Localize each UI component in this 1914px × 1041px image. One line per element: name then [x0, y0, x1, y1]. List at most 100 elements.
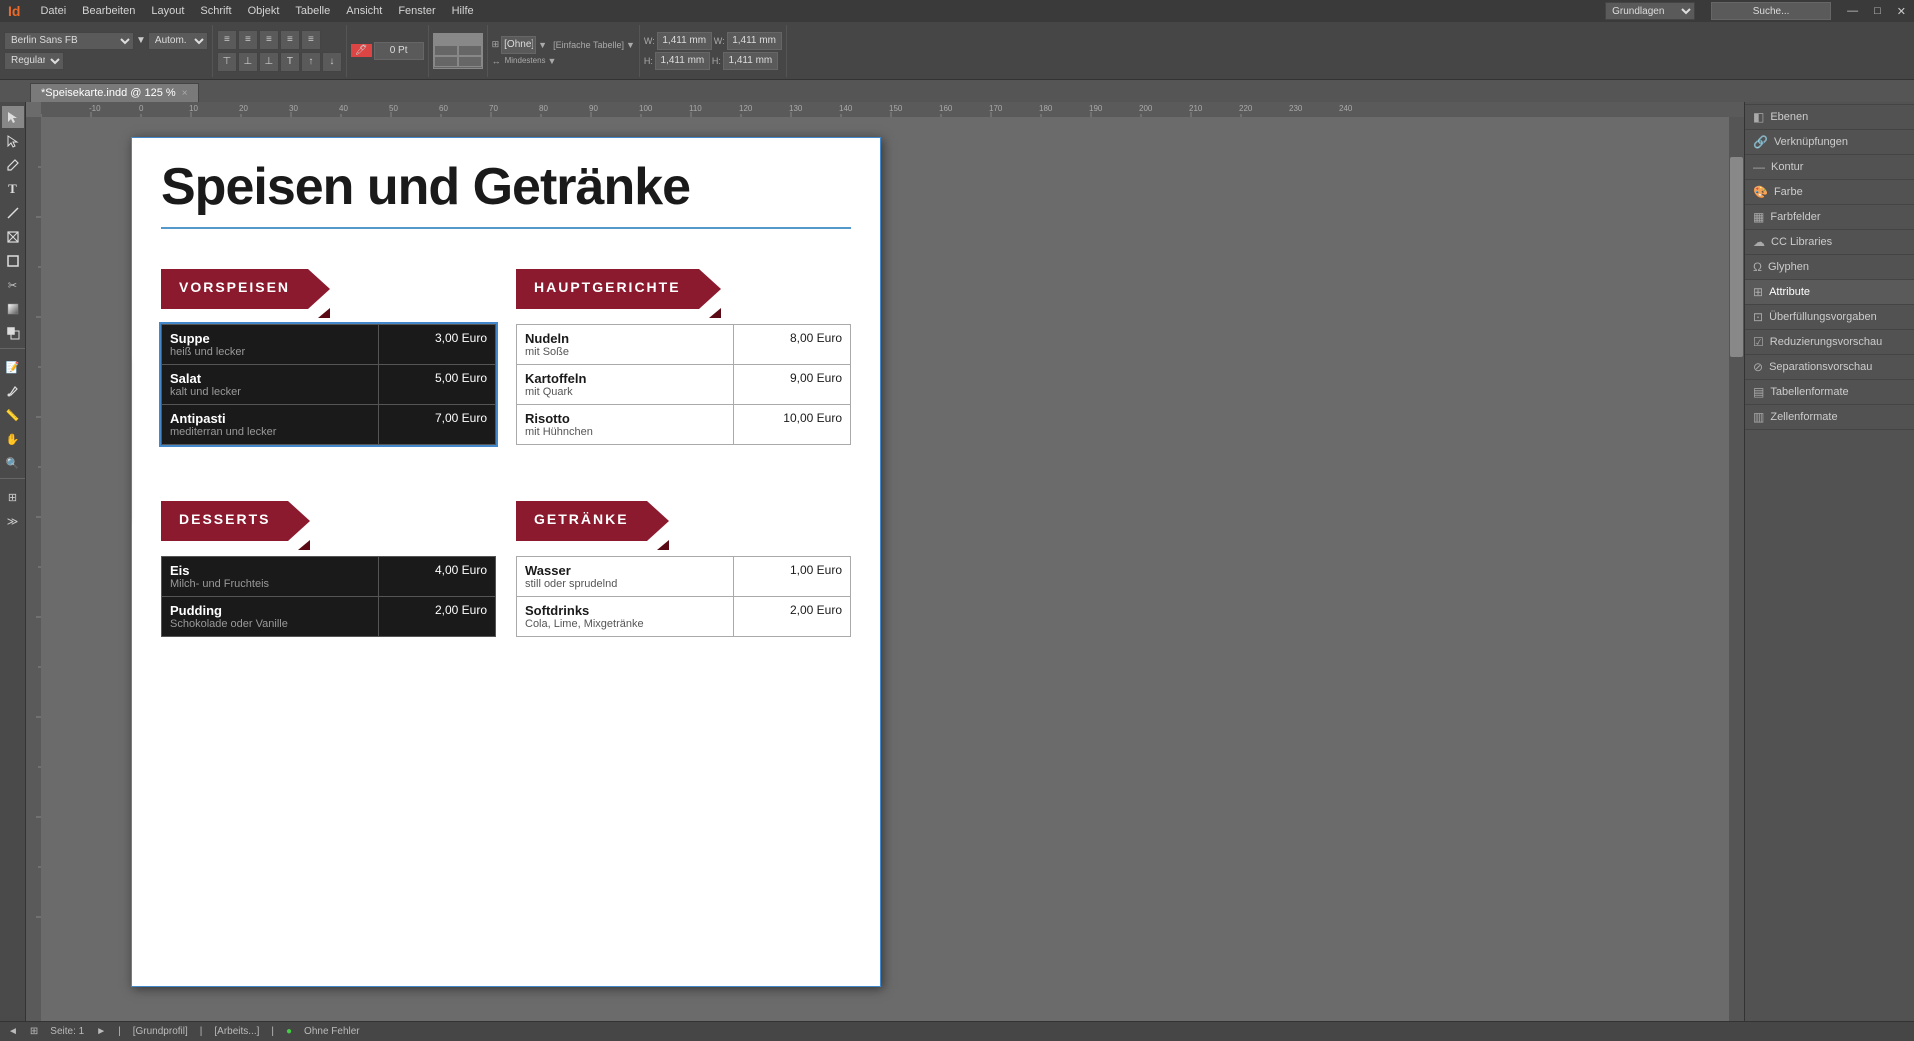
getraenke-table[interactable]: Wasser still oder sprudelnd 1,00 Euro So…: [516, 556, 851, 637]
text-tool[interactable]: T: [2, 178, 24, 200]
align-right-btn[interactable]: ≡: [259, 30, 279, 50]
height2-input[interactable]: [723, 52, 778, 70]
eyedropper-tool[interactable]: [2, 380, 24, 402]
desserts-table[interactable]: Eis Milch- und Fruchteis 4,00 Euro Puddi…: [161, 556, 496, 637]
panel-item-farbfelder[interactable]: ▦ Farbfelder: [1745, 205, 1914, 230]
width2-input[interactable]: [727, 32, 782, 50]
align-vmid-btn[interactable]: ⊥: [238, 52, 258, 72]
zoom-tool[interactable]: 🔍: [2, 452, 24, 474]
panel-item-separationsvorschau[interactable]: ⊘ Separationsvorschau: [1745, 355, 1914, 380]
width-input[interactable]: [657, 32, 712, 50]
rect-frame-tool[interactable]: [2, 226, 24, 248]
menu-ansicht[interactable]: Ansicht: [346, 5, 382, 17]
panel-item-glyphen[interactable]: Ω Glyphen: [1745, 255, 1914, 280]
font-weight-select[interactable]: Regular: [4, 52, 64, 70]
align-justify-btn[interactable]: ≡: [280, 30, 300, 50]
menu-datei[interactable]: Datei: [40, 5, 66, 17]
panel-item-kontur[interactable]: — Kontur: [1745, 155, 1914, 180]
app-logo: Id: [8, 3, 20, 19]
table-row: Eis Milch- und Fruchteis 4,00 Euro: [162, 557, 496, 597]
tab-close-btn[interactable]: ×: [182, 88, 188, 99]
measure-tool[interactable]: 📏: [2, 404, 24, 426]
menu-hilfe[interactable]: Hilfe: [452, 5, 474, 17]
search-input[interactable]: [1711, 2, 1831, 20]
softdrinks-price: 2,00 Euro: [734, 597, 851, 637]
align-left-btn[interactable]: ≡: [217, 30, 237, 50]
item-nudeln: Nudeln mit Soße: [517, 325, 734, 365]
line-tool[interactable]: [2, 202, 24, 224]
tab-bar: *Speisekarte.indd @ 125 % ×: [0, 80, 1914, 102]
frame-grid-tool[interactable]: ⊞: [2, 486, 24, 508]
panel-item-zellenformate[interactable]: ▥ Zellenformate: [1745, 405, 1914, 430]
h2-label: H:: [712, 56, 721, 66]
table-style-input[interactable]: [501, 36, 536, 54]
svg-text:40: 40: [339, 104, 348, 113]
table-row: Kartoffeln mit Quark 9,00 Euro: [517, 365, 851, 405]
color-fill[interactable]: [2, 322, 24, 344]
tag-tool[interactable]: ≫: [2, 510, 24, 532]
menu-schrift[interactable]: Schrift: [200, 5, 231, 17]
scrollbar-thumb[interactable]: [1730, 157, 1743, 357]
workspace-dropdown[interactable]: Grundlagen: [1605, 2, 1695, 20]
menu-bearbeiten[interactable]: Bearbeiten: [82, 5, 135, 17]
direct-select-tool[interactable]: [2, 130, 24, 152]
panel-item-tabellenformate[interactable]: ▤ Tabellenformate: [1745, 380, 1914, 405]
font-family-select[interactable]: Berlin Sans FB: [4, 32, 134, 50]
panel-item-attribute[interactable]: ⊞ Attribute: [1745, 280, 1914, 305]
note-tool[interactable]: 📝: [2, 356, 24, 378]
scissors-tool[interactable]: ✂: [2, 274, 24, 296]
gradient-tool[interactable]: [2, 298, 24, 320]
vertical-scrollbar[interactable]: [1729, 117, 1744, 1021]
panel-item-ebenen[interactable]: ◧ Ebenen: [1745, 105, 1914, 130]
rect-tool[interactable]: [2, 250, 24, 272]
canvas-area[interactable]: Speisen und Getränke VORSPEISEN: [41, 117, 1744, 1021]
status-page-nav2[interactable]: ►: [96, 1026, 106, 1037]
kontur-label: Kontur: [1771, 161, 1803, 173]
table-row: Pudding Schokolade oder Vanille 2,00 Eur…: [162, 597, 496, 637]
align-top-btn[interactable]: ⊤: [217, 52, 237, 72]
menu-fenster[interactable]: Fenster: [398, 5, 435, 17]
panel-item-reduzierungsvorschau[interactable]: ☑ Reduzierungsvorschau: [1745, 330, 1914, 355]
menu-tabelle[interactable]: Tabelle: [295, 5, 330, 17]
select-tool[interactable]: [2, 106, 24, 128]
panel-item-cclibraries[interactable]: ☁ CC Libraries: [1745, 230, 1914, 255]
window-maximize[interactable]: □: [1874, 5, 1881, 17]
svg-text:100: 100: [639, 104, 653, 113]
stroke-width-input[interactable]: [374, 42, 424, 60]
hauptgerichte-table[interactable]: Nudeln mit Soße 8,00 Euro Kartoffeln mit…: [516, 324, 851, 445]
align-bottom-btn[interactable]: ⊥: [259, 52, 279, 72]
risotto-name: Risotto: [525, 411, 725, 426]
kartoffeln-name: Kartoffeln: [525, 371, 725, 386]
svg-text:130: 130: [789, 104, 803, 113]
text-down-btn[interactable]: ↓: [322, 52, 342, 72]
status-page-nav[interactable]: ◄: [8, 1026, 18, 1037]
menu-layout[interactable]: Layout: [151, 5, 184, 17]
window-close[interactable]: ✕: [1897, 5, 1906, 18]
status-no-error: Ohne Fehler: [304, 1026, 360, 1037]
panel-item-ueberfuellungsvorgaben[interactable]: ⊡ Überfüllungsvorgaben: [1745, 305, 1914, 330]
width-label: Mindestens: [505, 56, 546, 65]
font-style-select[interactable]: Autom.: [148, 32, 208, 50]
align-center-btn[interactable]: ≡: [238, 30, 258, 50]
antipasti-desc: mediterran und lecker: [170, 426, 370, 438]
window-minimize[interactable]: —: [1847, 5, 1858, 17]
text-orient-btn[interactable]: T: [280, 52, 300, 72]
panel-item-farbe[interactable]: 🎨 Farbe: [1745, 180, 1914, 205]
tab-speisekarte[interactable]: *Speisekarte.indd @ 125 % ×: [30, 83, 199, 102]
salat-price: 5,00 Euro: [379, 365, 496, 405]
farbfelder-icon: ▦: [1753, 210, 1764, 224]
antipasti-price: 7,00 Euro: [379, 405, 496, 445]
vorspeisen-table[interactable]: Suppe heiß und lecker 3,00 Euro Salat ka…: [161, 324, 496, 445]
align-force-btn[interactable]: ≡: [301, 30, 321, 50]
horizontal-ruler: -10 0 10 20 30 40 50 60 70 80 90 100 110…: [41, 102, 1744, 117]
menu-objekt[interactable]: Objekt: [248, 5, 280, 17]
toolbar-area: Berlin Sans FB ▼ Autom. Regular ≡ ≡ ≡ ≡: [0, 22, 1914, 80]
text-up-btn[interactable]: ↑: [301, 52, 321, 72]
status-separator-2: |: [200, 1026, 203, 1037]
panel-item-verknuepfungen[interactable]: 🔗 Verknüpfungen: [1745, 130, 1914, 155]
height-input[interactable]: [655, 52, 710, 70]
status-profile[interactable]: [Grundprofil]: [133, 1026, 188, 1037]
page-title-container: Speisen und Getränke: [161, 157, 851, 217]
pen-tool[interactable]: [2, 154, 24, 176]
hand-tool[interactable]: ✋: [2, 428, 24, 450]
